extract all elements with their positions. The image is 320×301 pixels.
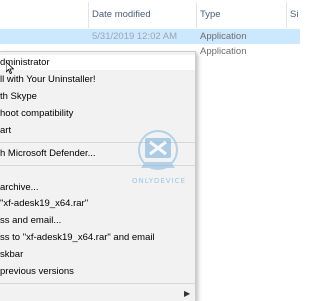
column-header-size[interactable]: Si [286, 8, 298, 22]
menu-item-run-as-administrator[interactable]: dministrator [0, 55, 195, 70]
menu-separator [0, 283, 195, 284]
menu-item-label: archive... [0, 182, 39, 193]
file-row-selected[interactable]: 5/31/2019 12:02 AM Application [0, 29, 300, 44]
menu-item-label: art [0, 125, 12, 136]
file-list-header: Date modified Type Si [0, 0, 300, 28]
menu-item-send-to[interactable]: ▶ [0, 286, 195, 301]
row-type: Application [200, 46, 247, 57]
menu-item-restore-previous-versions[interactable]: previous versions [0, 264, 195, 279]
menu-item-label: hoot compatibility [0, 108, 74, 119]
menu-item-pin-to-taskbar[interactable]: skbar [0, 247, 195, 262]
row-type: Application [200, 31, 247, 42]
watermark-text: ONLYDEVICE [132, 177, 186, 185]
column-header-date-modified[interactable]: Date modified [88, 8, 151, 22]
menu-item-troubleshoot-compatibility[interactable]: hoot compatibility [0, 106, 195, 121]
menu-item-label: skbar [0, 249, 24, 260]
menu-item-compress-and-email[interactable]: ss and email... [0, 213, 195, 228]
menu-item-compress-to-rar-and-email[interactable]: ss to "xf-adesk19_x64.rar" and email [0, 230, 195, 245]
menu-item-label: ss and email... [0, 215, 62, 226]
column-header-type[interactable]: Type [196, 8, 221, 22]
mouse-cursor-icon [6, 62, 14, 74]
menu-item-share-with-skype[interactable]: th Skype [0, 89, 195, 104]
menu-item-label: "xf-adesk19_x64.rar" [0, 198, 89, 209]
menu-item-label: ss to "xf-adesk19_x64.rar" and email [0, 232, 155, 243]
menu-item-uninstall[interactable]: ll with Your Uninstaller! [0, 72, 195, 87]
menu-item-add-to-rar[interactable]: "xf-adesk19_x64.rar" [0, 196, 195, 211]
menu-item-label: th Skype [0, 91, 37, 102]
menu-item-label: previous versions [0, 266, 74, 277]
menu-item-label: h Microsoft Defender... [0, 148, 96, 159]
menu-item-label: ll with Your Uninstaller! [0, 74, 96, 85]
chevron-right-icon: ▶ [184, 289, 191, 298]
row-date: 5/31/2019 12:02 AM [92, 31, 178, 42]
